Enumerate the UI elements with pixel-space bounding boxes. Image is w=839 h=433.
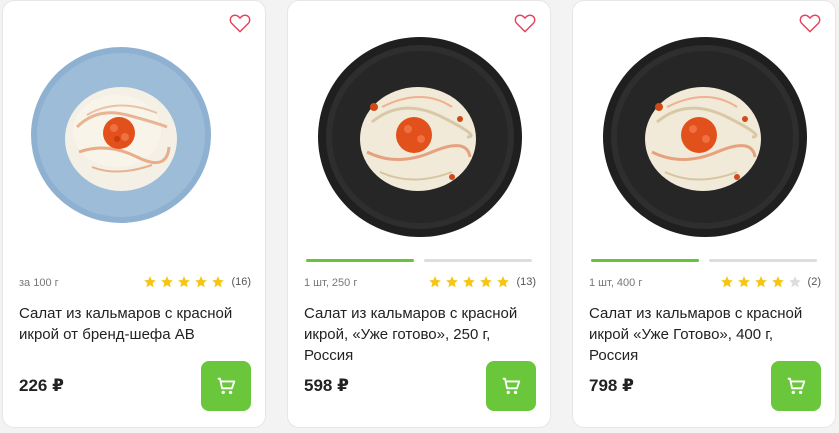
- salad-blue-plate-image: [31, 47, 211, 223]
- rating: (16): [143, 275, 251, 289]
- product-price: 598 ₽: [304, 376, 349, 395]
- product-title[interactable]: Салат из кальмаров с красной икрой от бр…: [19, 303, 251, 345]
- product-title[interactable]: Салат из кальмаров с красной икрой «Уже …: [589, 303, 821, 366]
- product-price: 226 ₽: [19, 376, 64, 395]
- star-icon: [160, 275, 174, 289]
- star-icon: [462, 275, 476, 289]
- star-icon: [496, 275, 510, 289]
- add-to-cart-button[interactable]: [486, 361, 536, 411]
- star-icon: [194, 275, 208, 289]
- star-icon: [737, 275, 751, 289]
- add-to-cart-button[interactable]: [201, 361, 251, 411]
- image-gallery-indicator[interactable]: [306, 259, 532, 262]
- star-icon: [428, 275, 442, 289]
- gallery-dot[interactable]: [709, 259, 817, 262]
- cart-icon: [217, 377, 236, 395]
- product-image[interactable]: [302, 27, 538, 251]
- product-image[interactable]: [17, 27, 253, 251]
- product-weight: за 100 г: [19, 277, 59, 289]
- gallery-dot[interactable]: [306, 259, 414, 262]
- star-icon: [771, 275, 785, 289]
- salad-black-plate-image: [603, 37, 807, 237]
- product-weight: 1 шт, 250 г: [304, 277, 358, 289]
- star-icon: [143, 275, 157, 289]
- product-card[interactable]: 1 шт, 400 г (2) Салат из кальмаров с кра…: [572, 0, 836, 428]
- star-icon: [720, 275, 734, 289]
- star-icon: [754, 275, 768, 289]
- salad-black-plate-image: [318, 37, 522, 237]
- rating: (13): [428, 275, 536, 289]
- product-card[interactable]: 1 шт, 250 г (13) Салат из кальмаров с кр…: [287, 0, 551, 428]
- product-card[interactable]: за 100 г (16) Салат из кальмаров с красн…: [2, 0, 266, 428]
- reviews-count[interactable]: (16): [231, 276, 251, 288]
- cart-icon: [502, 377, 521, 395]
- reviews-count[interactable]: (13): [516, 276, 536, 288]
- product-title[interactable]: Салат из кальмаров с красной икрой, «Уже…: [304, 303, 536, 366]
- product-weight: 1 шт, 400 г: [589, 277, 643, 289]
- image-gallery-indicator[interactable]: [591, 259, 817, 262]
- reviews-count[interactable]: (2): [808, 276, 821, 288]
- rating: (2): [720, 275, 821, 289]
- star-icon: [211, 275, 225, 289]
- star-icon: [479, 275, 493, 289]
- gallery-dot[interactable]: [591, 259, 699, 262]
- cart-icon: [787, 377, 806, 395]
- star-icon: [788, 275, 802, 289]
- product-price: 798 ₽: [589, 376, 634, 395]
- star-icon: [177, 275, 191, 289]
- product-image[interactable]: [587, 27, 823, 251]
- add-to-cart-button[interactable]: [771, 361, 821, 411]
- star-icon: [445, 275, 459, 289]
- gallery-dot[interactable]: [424, 259, 532, 262]
